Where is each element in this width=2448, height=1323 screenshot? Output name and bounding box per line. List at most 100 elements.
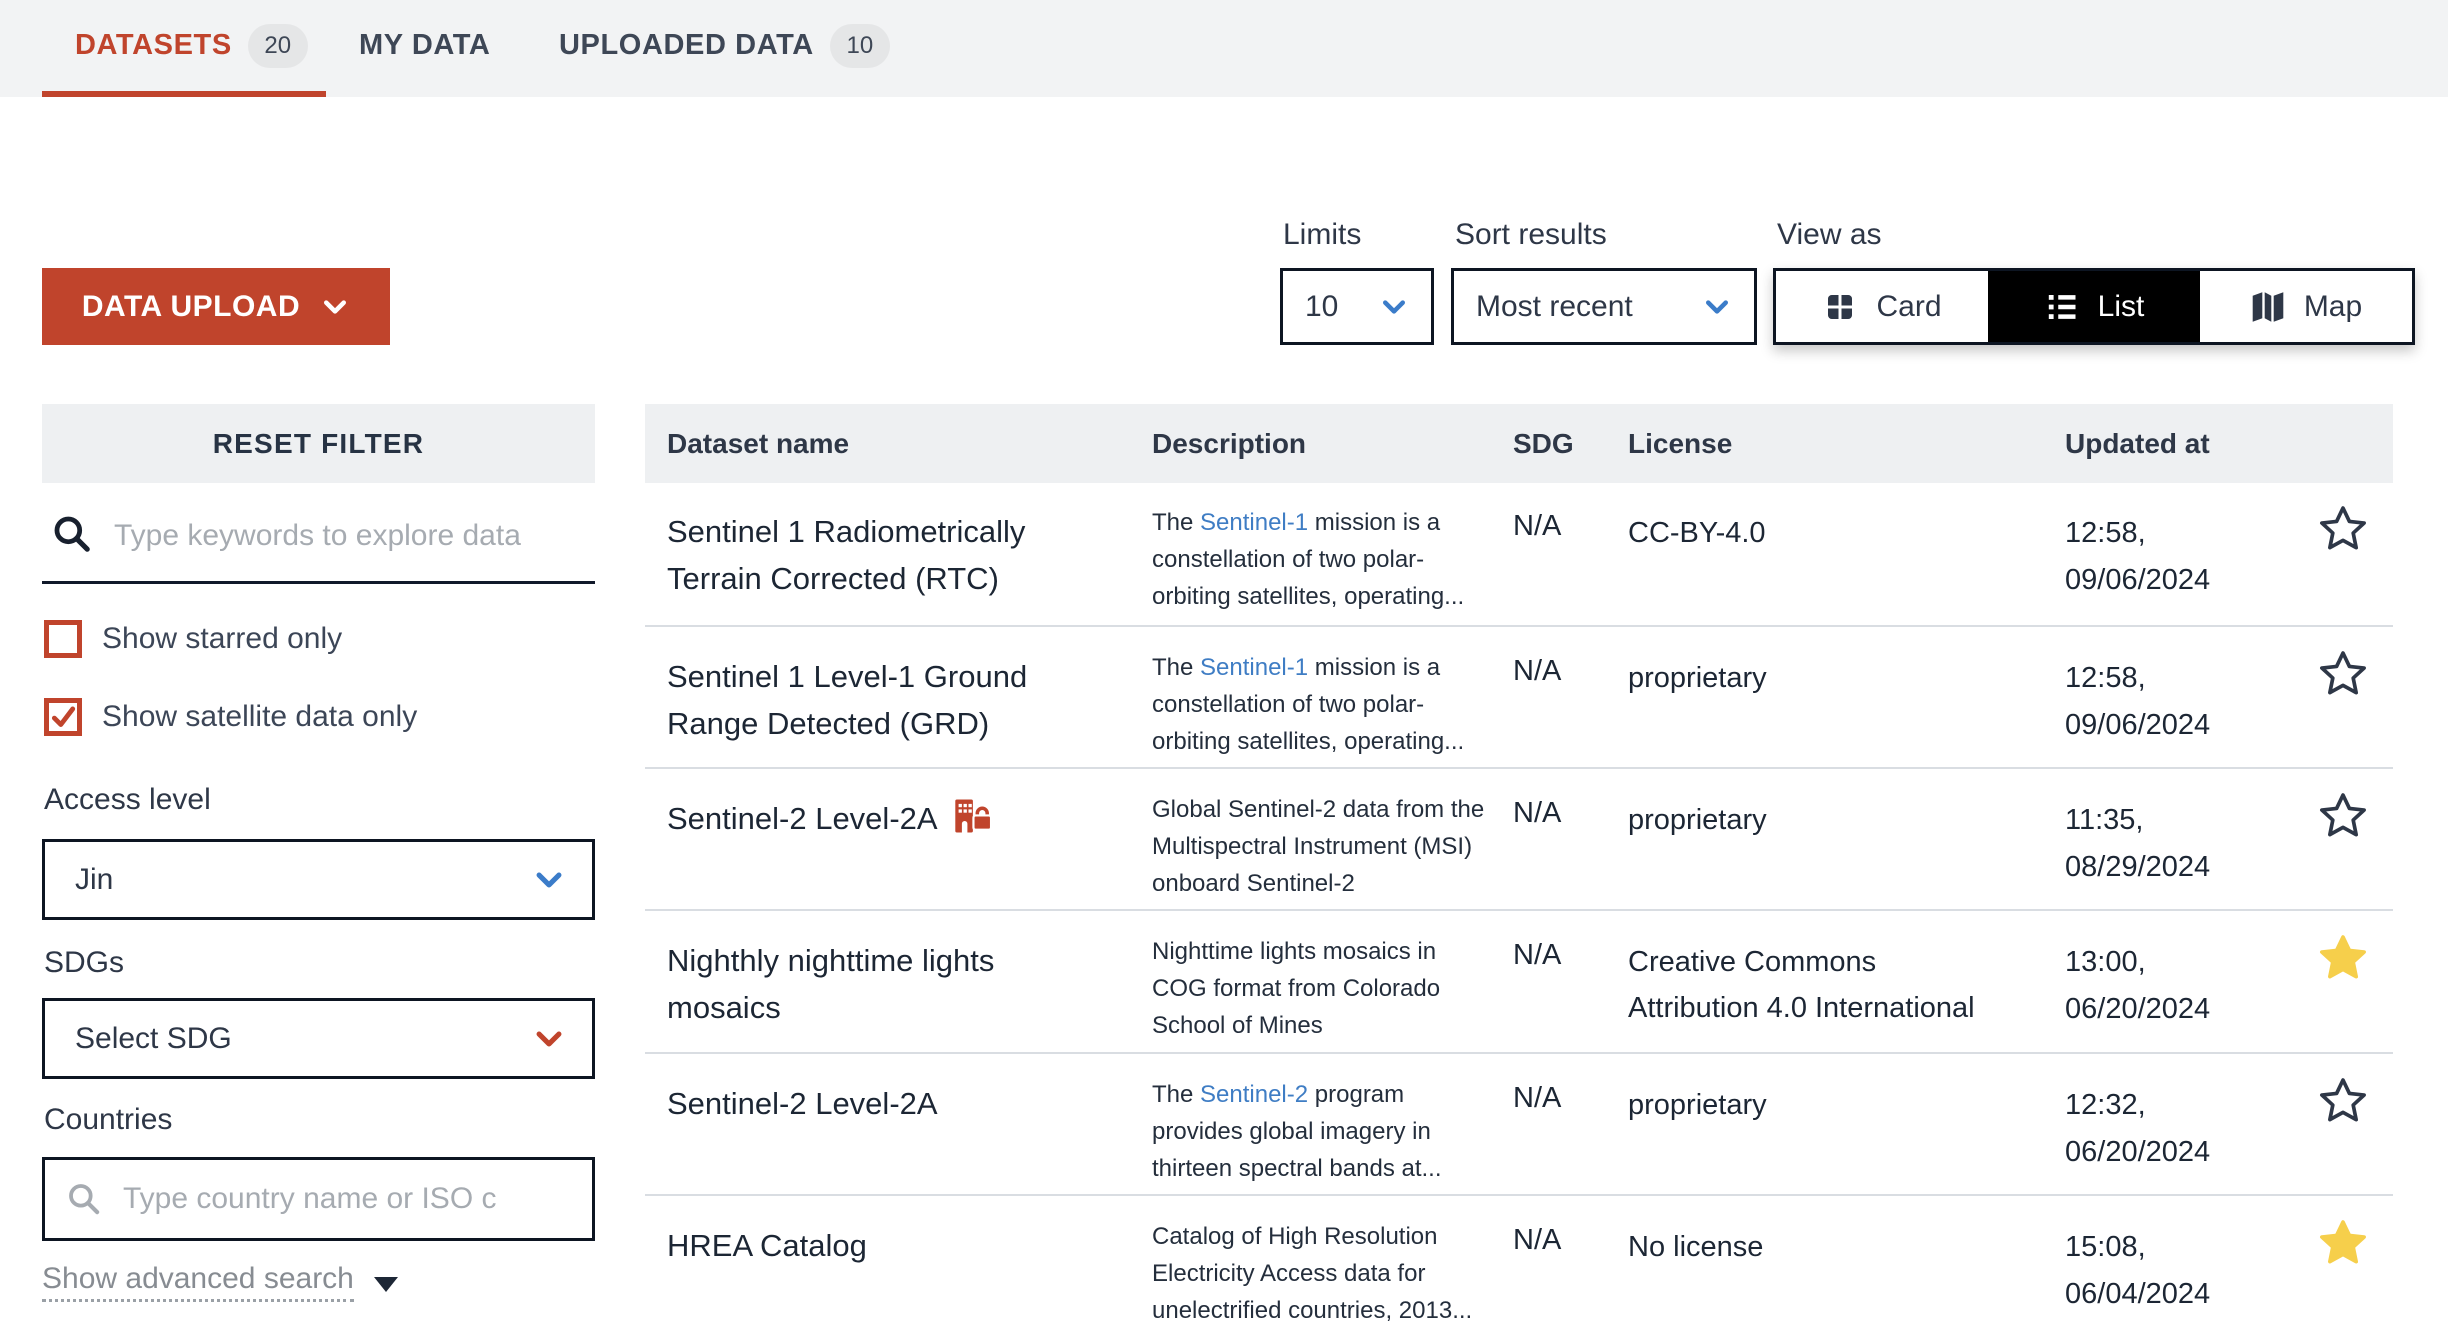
view-as-label: View as <box>1777 218 1882 251</box>
limits-label: Limits <box>1283 218 1362 251</box>
dataset-name[interactable]: HREA Catalog <box>667 1222 1097 1269</box>
keyword-search-input[interactable] <box>112 510 594 562</box>
description-link[interactable]: Sentinel-1 <box>1200 654 1308 681</box>
license-value: CC-BY-4.0 <box>1628 517 1766 549</box>
table-row: Sentinel-2 Level-2A The Sentinel-2 progr… <box>645 1052 2393 1194</box>
datasets-page: DATASETS 20 MY DATA UPLOADED DATA 10 DAT… <box>0 0 2448 1323</box>
table-header: Dataset name Description SDG License Upd… <box>645 404 2393 483</box>
sort-results-value: Most recent <box>1476 289 1633 323</box>
dataset-name[interactable]: Sentinel 1 Radiometrically Terrain Corre… <box>667 508 1097 602</box>
dataset-description: The Sentinel-1 mission is a constellatio… <box>1152 654 1465 755</box>
chevron-down-icon <box>1706 299 1728 314</box>
col-updated-at: Updated at <box>2065 428 2210 459</box>
access-level-value: Jin <box>75 862 114 896</box>
active-tab-indicator <box>42 91 326 97</box>
description-link[interactable]: Sentinel-1 <box>1200 509 1308 536</box>
star-icon <box>2320 505 2366 549</box>
description-link[interactable]: Sentinel-2 <box>1200 1081 1308 1108</box>
sort-results-label: Sort results <box>1455 218 1607 251</box>
updated-at: 11:35, 08/29/2024 <box>2065 804 2211 883</box>
license-value: No license <box>1628 1231 1764 1263</box>
updated-at: 12:58, 09/06/2024 <box>2065 662 2211 741</box>
tab-uploaded-data-count-badge: 10 <box>829 23 890 68</box>
star-icon <box>2320 792 2366 836</box>
dataset-description: The Sentinel-2 program provides global i… <box>1152 1081 1442 1182</box>
chevron-down-icon <box>536 871 562 888</box>
dataset-name[interactable]: Sentinel-2 Level-2A <box>667 795 1097 848</box>
col-description: Description <box>1152 428 1307 459</box>
sdg-value: N/A <box>1513 655 1562 687</box>
table-row: Nighthly nighttime lights mosaics Nightt… <box>645 909 2393 1051</box>
checkmark-icon <box>51 706 76 727</box>
sort-results-select[interactable]: Most recent <box>1451 268 1757 345</box>
reset-filter-button[interactable]: RESET FILTER <box>42 404 595 483</box>
view-map-label: Map <box>2303 289 2363 323</box>
view-map-button[interactable]: Map <box>2200 271 2412 342</box>
license-value: proprietary <box>1628 804 1767 836</box>
sdg-value: N/A <box>1513 510 1562 542</box>
caret-down-icon <box>373 1276 398 1292</box>
updated-at: 15:08, 06/04/2024 <box>2065 1231 2211 1310</box>
license-value: proprietary <box>1628 1089 1767 1121</box>
data-upload-label: DATA UPLOAD <box>81 289 301 323</box>
star-toggle[interactable] <box>2313 929 2373 989</box>
tab-uploaded-data-label: UPLOADED DATA <box>559 29 814 61</box>
show-starred-only-label: Show starred only <box>102 622 343 655</box>
view-card-label: Card <box>1876 289 1942 323</box>
search-icon <box>54 516 90 552</box>
tab-datasets-count-badge: 20 <box>247 23 308 68</box>
sdg-select[interactable]: Select SDG <box>42 998 595 1079</box>
countries-search-box <box>42 1157 595 1241</box>
star-toggle[interactable] <box>2313 787 2373 847</box>
star-icon <box>2320 650 2366 694</box>
sdg-value: N/A <box>1513 797 1562 829</box>
star-toggle[interactable] <box>2313 645 2373 705</box>
dataset-description: Nighttime lights mosaics in COG format f… <box>1152 938 1441 1039</box>
card-grid-icon <box>1828 294 1853 319</box>
table-row: Sentinel 1 Level-1 Ground Range Detected… <box>645 625 2393 767</box>
data-upload-button[interactable]: DATA UPLOAD <box>42 268 390 345</box>
sdg-value: N/A <box>1513 1224 1562 1256</box>
col-license: License <box>1628 428 1733 459</box>
tab-uploaded-data[interactable]: UPLOADED DATA 10 <box>559 0 890 91</box>
license-value: proprietary <box>1628 662 1767 694</box>
show-advanced-search-link[interactable]: Show advanced search <box>42 1262 398 1302</box>
show-satellite-only-checkbox-row[interactable]: Show satellite data only <box>44 698 417 736</box>
view-list-label: List <box>2097 289 2145 323</box>
limits-select[interactable]: 10 <box>1280 268 1434 345</box>
star-toggle[interactable] <box>2313 500 2373 560</box>
star-icon <box>2320 934 2366 978</box>
table-row: HREA Catalog Catalog of High Resolution … <box>645 1194 2393 1323</box>
countries-search-input[interactable] <box>121 1181 565 1217</box>
reset-filter-label: RESET FILTER <box>212 427 425 459</box>
access-level-select[interactable]: Jin <box>42 839 595 920</box>
show-starred-only-checkbox-row[interactable]: Show starred only <box>44 620 342 658</box>
access-level-label: Access level <box>44 783 211 816</box>
tab-datasets[interactable]: DATASETS 20 <box>75 0 308 91</box>
table-row: Sentinel-2 Level-2A Global Sentinel-2 da… <box>645 767 2393 909</box>
sdg-value: N/A <box>1513 939 1562 971</box>
chevron-down-icon <box>536 1030 562 1047</box>
tab-my-data-label: MY DATA <box>359 29 491 61</box>
checkbox-unchecked[interactable] <box>44 620 82 658</box>
search-icon <box>69 1184 100 1215</box>
dataset-name[interactable]: Nighthly nighttime lights mosaics <box>667 937 1097 1031</box>
table-row: Sentinel 1 Radiometrically Terrain Corre… <box>645 482 2393 624</box>
checkbox-checked[interactable] <box>44 698 82 736</box>
star-toggle[interactable] <box>2313 1214 2373 1274</box>
updated-at: 13:00, 06/20/2024 <box>2065 946 2211 1025</box>
tab-my-data[interactable]: MY DATA <box>359 0 490 91</box>
dataset-name[interactable]: Sentinel-2 Level-2A <box>667 1080 1097 1127</box>
chevron-down-icon <box>324 299 347 314</box>
chevron-down-icon <box>1383 299 1405 314</box>
sdg-select-value: Select SDG <box>75 1021 232 1055</box>
tab-bar: DATASETS 20 MY DATA UPLOADED DATA 10 <box>0 0 2448 97</box>
view-list-button[interactable]: List <box>1988 271 2200 342</box>
star-toggle[interactable] <box>2313 1072 2373 1132</box>
list-icon <box>2048 294 2076 319</box>
show-satellite-only-label: Show satellite data only <box>102 700 418 733</box>
dataset-description: Catalog of High Resolution Electricity A… <box>1152 1223 1473 1323</box>
dataset-name[interactable]: Sentinel 1 Level-1 Ground Range Detected… <box>667 653 1097 747</box>
countries-label: Countries <box>44 1103 173 1136</box>
view-card-button[interactable]: Card <box>1776 271 1988 342</box>
